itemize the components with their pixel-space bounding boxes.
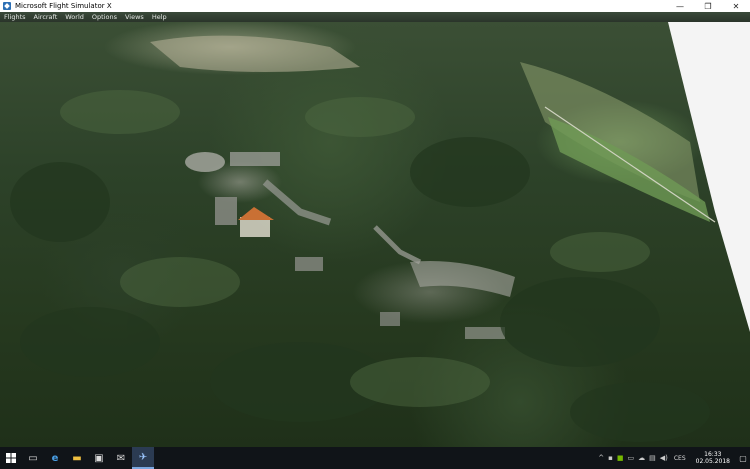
notification-icon[interactable]: ▢	[736, 447, 750, 469]
volume-icon[interactable]: ◀)	[658, 454, 670, 462]
cloud-icon[interactable]: ☁	[636, 454, 647, 462]
ruin-tower	[185, 152, 225, 172]
chapel-roof	[238, 207, 274, 220]
menu-world[interactable]: World	[61, 12, 88, 22]
simulator-viewport[interactable]	[0, 22, 750, 447]
forest-shadows	[10, 137, 710, 442]
battery-icon[interactable]: ▭	[625, 454, 636, 462]
title-bar: Microsoft Flight Simulator X — ❐ ✕	[0, 0, 750, 12]
language-indicator[interactable]: CES	[670, 455, 690, 462]
ruin-gate	[295, 257, 323, 271]
nvidia-icon[interactable]: ■	[615, 454, 626, 462]
ruin-bastion	[380, 312, 400, 326]
menu-views[interactable]: Views	[121, 12, 148, 22]
close-button[interactable]: ✕	[722, 0, 750, 12]
flight-simulator-icon[interactable]: ✈	[132, 447, 154, 469]
edge-browser-icon[interactable]: e	[44, 447, 66, 469]
terrain-scenery	[10, 22, 750, 442]
mail-icon[interactable]: ✉	[110, 447, 132, 469]
menu-bar: Flights Aircraft World Options Views Hel…	[0, 12, 750, 22]
store-icon[interactable]: ▣	[88, 447, 110, 469]
maximize-button[interactable]: ❐	[694, 0, 722, 12]
task-view-icon[interactable]: ▭	[22, 447, 44, 469]
taskbar: ▭ e ▬ ▣ ✉ ✈ ^ ▪ ■ ▭ ☁ ▤ ◀) CES 16:33 02.…	[0, 447, 750, 469]
ruin-courtyard	[410, 261, 515, 297]
window-controls: — ❐ ✕	[666, 0, 750, 12]
file-explorer-icon[interactable]: ▬	[66, 447, 88, 469]
network-icon[interactable]: ▤	[647, 454, 658, 462]
clock[interactable]: 16:33 02.05.2018	[690, 451, 736, 465]
ruin-wall-west	[215, 197, 237, 225]
minimize-button[interactable]: —	[666, 0, 694, 12]
windows-logo-icon[interactable]	[0, 447, 22, 469]
window-title: Microsoft Flight Simulator X	[15, 2, 112, 10]
ruin-south	[465, 327, 505, 339]
ruin-wall	[230, 152, 280, 166]
menu-aircraft[interactable]: Aircraft	[30, 12, 62, 22]
menu-flights[interactable]: Flights	[0, 12, 30, 22]
chevron-up-icon[interactable]: ^	[596, 454, 606, 462]
flight-simulator-app-icon	[3, 2, 11, 10]
ruin-wall-east	[373, 225, 422, 265]
ruin-rampart	[262, 179, 332, 226]
clock-time: 16:33	[704, 451, 722, 458]
menu-options[interactable]: Options	[88, 12, 121, 22]
village-clearing	[150, 35, 360, 72]
system-tray: ^ ▪ ■ ▭ ☁ ▤ ◀) CES 16:33 02.05.2018 ▢	[596, 447, 750, 469]
app-tray-icon[interactable]: ▪	[606, 454, 615, 462]
menu-help[interactable]: Help	[148, 12, 171, 22]
clock-date: 02.05.2018	[695, 458, 730, 465]
